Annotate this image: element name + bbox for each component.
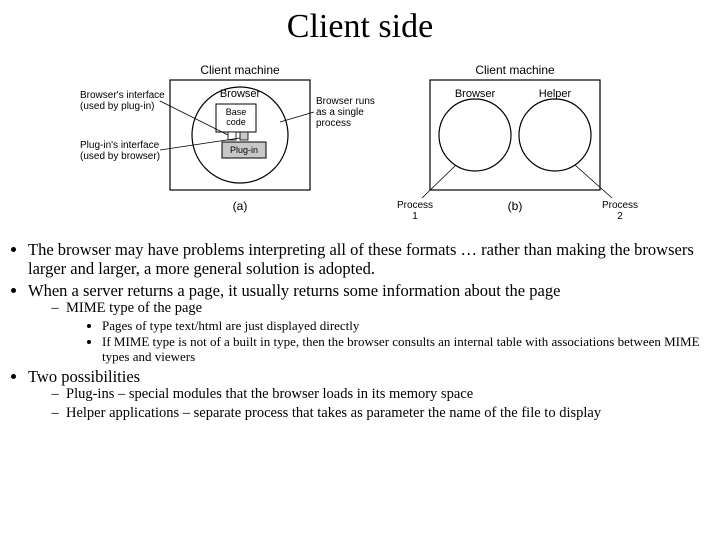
label-process1-l1: Process: [397, 200, 433, 211]
label-process2-l2: 2: [617, 211, 623, 222]
bullet-2-1-1: Pages of type text/html are just display…: [102, 318, 710, 333]
caption-a: (a): [233, 199, 248, 213]
bullet-2: When a server returns a page, it usually…: [28, 281, 710, 365]
bullet-content: The browser may have problems interpreti…: [10, 240, 710, 424]
label-browser-b: Browser: [455, 88, 496, 100]
bullet-3-text: Two possibilities: [28, 367, 140, 386]
label-client-machine-a: Client machine: [200, 63, 280, 77]
circle-browser-b: [439, 99, 511, 171]
label-process2-l1: Process: [602, 200, 638, 211]
bullet-3-1: Plug-ins – special modules that the brow…: [66, 386, 710, 403]
bullet-3: Two possibilities Plug-ins – special mod…: [28, 367, 710, 423]
bullet-2-1-2: If MIME type is not of a built in type, …: [102, 334, 710, 365]
circle-helper: [519, 99, 591, 171]
label-plugin: Plug-in: [230, 145, 258, 155]
label-single-process-l2: as a single: [316, 107, 364, 118]
pointer-process2: [575, 165, 612, 198]
figure: Client machine Browser Base code Plug-in…: [80, 62, 640, 232]
bullet-2-1: MIME type of the page Pages of type text…: [66, 300, 710, 364]
label-browser-interface-l1: Browser's interface: [80, 90, 165, 101]
label-browser-interface-l2: (used by plug-in): [80, 101, 154, 112]
caption-b: (b): [508, 199, 523, 213]
label-base-code-l2: code: [226, 117, 246, 127]
label-single-process-l1: Browser runs: [316, 96, 375, 107]
label-plugin-interface-l1: Plug-in's interface: [80, 140, 160, 151]
bullet-2-text: When a server returns a page, it usually…: [28, 281, 560, 300]
bullet-2-1-text: MIME type of the page: [66, 300, 202, 316]
label-single-process-l3: process: [316, 118, 351, 129]
bullet-3-2: Helper applications – separate process t…: [66, 405, 710, 422]
square-interface-right: [240, 132, 248, 140]
label-browser-a: Browser: [220, 88, 261, 100]
label-plugin-interface-l2: (used by browser): [80, 151, 160, 162]
label-base-code-l1: Base: [226, 107, 247, 117]
label-helper: Helper: [539, 88, 572, 100]
label-process1-l2: 1: [412, 211, 418, 222]
slide: Client side Client machine Browser Base …: [0, 0, 720, 540]
bullet-1: The browser may have problems interpreti…: [28, 240, 710, 279]
label-client-machine-b: Client machine: [475, 63, 555, 77]
page-title: Client side: [0, 8, 720, 46]
pointer-process1: [422, 165, 456, 198]
